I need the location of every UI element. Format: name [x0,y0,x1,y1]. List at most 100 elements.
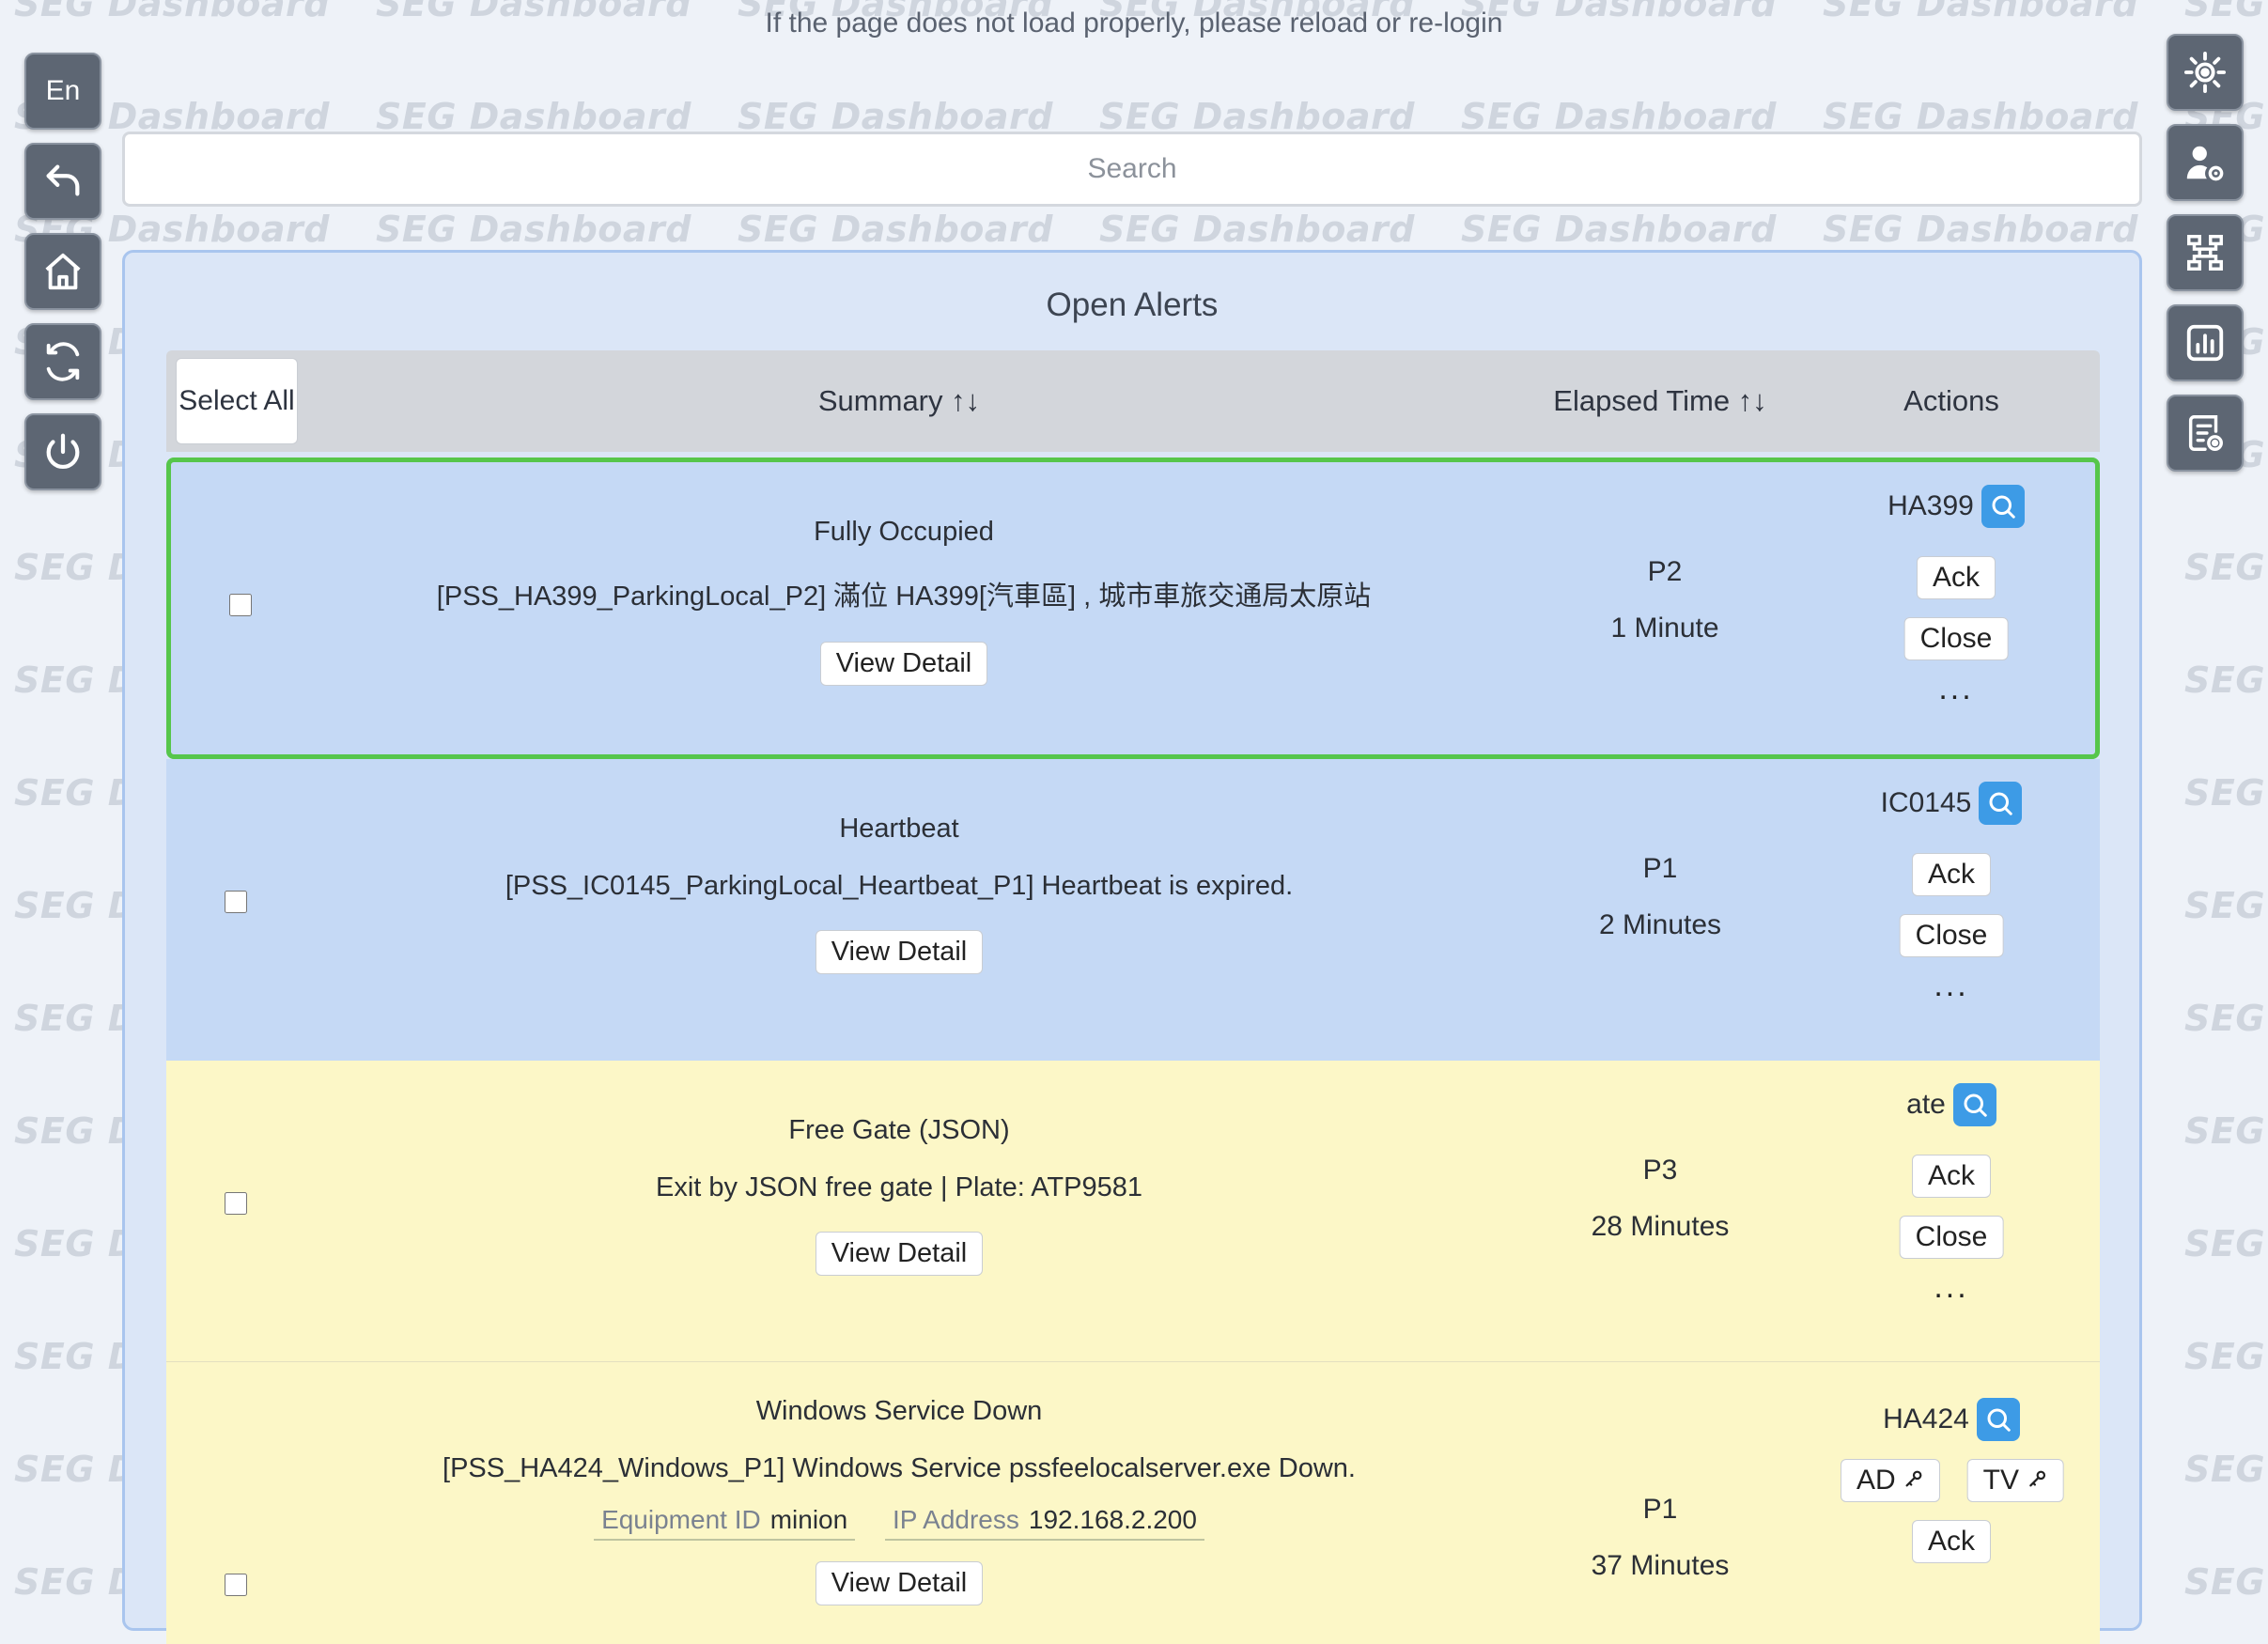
reload-notice: If the page does not load properly, plea… [765,8,1503,39]
device-id: ate [1906,1089,1946,1120]
sun-gear-icon [2183,51,2227,94]
alert-description: [PSS_HA424_Windows_P1] Windows Service p… [443,1453,1356,1483]
more-options-button[interactable]: ... [1938,671,1973,707]
remote-tv-label: TV [1982,1465,2019,1496]
system-settings-button[interactable] [2167,34,2244,111]
view-detail-button[interactable]: View Detail [815,930,984,974]
network-button[interactable] [2167,214,2244,291]
alert-description: [PSS_HA399_ParkingLocal_P2] 滿位 HA399[汽車區… [436,582,1372,612]
alert-checkbox[interactable] [229,594,252,616]
alert-priority: P1 [1642,1494,1678,1525]
ack-button[interactable]: Ack [1916,556,1996,599]
search-icon [1987,1408,2011,1432]
watermark-text: SEG Dashboard [2184,772,2268,814]
language-button[interactable]: En [24,53,101,130]
select-all-button[interactable]: Select All [176,358,298,444]
watermark-text: SEG Dashboard [2184,998,2268,1039]
alert-priority: P2 [1647,556,1683,587]
equipment-id-value: minion [769,1505,848,1534]
ip-address-label: IP Address [892,1505,1019,1534]
watermark-text: SEG Dashboard [2184,1336,2268,1377]
watermark-text: SEG Dashboard [1099,209,1415,250]
panel-title: Open Alerts [1046,287,1219,323]
home-button[interactable] [24,233,101,310]
ack-button[interactable]: Ack [1911,1155,1992,1198]
open-alerts-panel: Open Alerts Select All Summary ↑↓ Elapse… [122,250,2142,1644]
network-icon [2187,235,2223,271]
alert-row[interactable]: Heartbeat [PSS_IC0145_ParkingLocal_Heart… [166,759,2100,1061]
watermark-text: SEG Dashboard [2184,1110,2268,1152]
user-settings-button[interactable] [2167,124,2244,201]
close-button[interactable]: Close [1899,1216,2004,1259]
device-id: IC0145 [1880,787,1972,818]
log-settings-button[interactable] [2167,395,2244,472]
alert-elapsed: 37 Minutes [1591,1550,1730,1581]
alert-title: Heartbeat [839,814,959,844]
watermark-text: SEG Dashboard [2184,1561,2268,1603]
alert-title: Fully Occupied [814,517,994,547]
alert-checkbox[interactable] [225,891,247,913]
refresh-button[interactable] [24,323,101,400]
remote-tv-button[interactable]: TV [1966,1459,2064,1502]
search-icon [1992,495,2015,519]
remote-ad-label: AD [1856,1465,1896,1496]
alert-row[interactable]: Fully Occupied [PSS_HA399_ParkingLocal_P… [166,458,2100,759]
alert-elapsed: 1 Minute [1610,613,1719,644]
watermark-text: SEG Dashboard [2184,659,2268,701]
report-chart-icon [2186,324,2224,362]
alert-title: Windows Service Down [755,1396,1043,1426]
alert-checkbox[interactable] [225,1192,247,1215]
more-options-button[interactable]: ... [1934,968,1968,1004]
ip-address-field: IP Address 192.168.2.200 [884,1505,1204,1541]
watermark-text: SEG Dashboard [376,209,691,250]
ip-address-value: 192.168.2.200 [1028,1505,1197,1534]
close-button[interactable]: Close [1899,914,2004,957]
more-options-button[interactable]: ... [1934,1269,1968,1306]
elapsed-column-header[interactable]: Elapsed Time ↑↓ [1519,350,1801,452]
close-button[interactable]: Close [1903,617,2009,660]
search-icon [1964,1093,1987,1117]
table-header: Select All Summary ↑↓ Elapsed Time ↑↓ Ac… [166,350,2100,452]
log-settings-icon [2188,415,2223,451]
power-icon [46,433,80,469]
ack-button[interactable]: Ack [1911,1520,1992,1563]
alert-description: Exit by JSON free gate | Plate: ATP9581 [656,1172,1142,1202]
watermark-text: SEG Dashboard [738,209,1053,250]
alert-priority: P1 [1642,853,1678,884]
device-search-button[interactable] [1979,782,2023,825]
language-label: En [45,75,81,106]
search-icon [1989,792,2013,815]
view-detail-button[interactable]: View Detail [815,1561,984,1605]
actions-column-header: Actions [1903,384,1999,417]
back-icon [46,164,80,196]
power-button[interactable] [24,413,101,490]
alert-title: Free Gate (JSON) [788,1115,1010,1145]
watermark-text: SEG Dashboard [1823,209,2138,250]
back-button[interactable] [24,143,101,220]
report-button[interactable] [2167,304,2244,381]
search-input[interactable] [122,132,2142,207]
device-id: HA424 [1883,1404,1969,1435]
watermark-text: SEG Dashboard [2184,1223,2268,1264]
summary-column-header[interactable]: Summary ↑↓ [382,350,1416,452]
alert-description: [PSS_IC0145_ParkingLocal_Heartbeat_P1] H… [505,871,1294,901]
alert-row[interactable]: Free Gate (JSON) Exit by JSON free gate … [166,1061,2100,1362]
device-id: HA399 [1887,490,1974,521]
refresh-icon [46,342,80,381]
equipment-id-label: Equipment ID [601,1505,761,1534]
key-icon [1905,1470,1922,1487]
watermark-text: SEG Dashboard [2184,1449,2268,1490]
alert-elapsed: 2 Minutes [1598,909,1722,940]
alert-checkbox[interactable] [225,1574,247,1596]
device-search-button[interactable] [1952,1083,1996,1126]
device-search-button[interactable] [1981,485,2025,528]
alert-row[interactable]: Windows Service Down [PSS_HA424_Windows_… [166,1362,2100,1644]
view-detail-button[interactable]: View Detail [815,1232,984,1276]
view-detail-button[interactable]: View Detail [819,642,988,686]
remote-ad-button[interactable]: AD [1840,1459,1941,1502]
ack-button[interactable]: Ack [1911,853,1992,896]
watermark-text: SEG Dashboard [2184,547,2268,588]
device-search-button[interactable] [1976,1398,2020,1441]
equipment-id-field: Equipment ID minion [594,1505,856,1541]
watermark-text: SEG Dashboard [2184,885,2268,926]
